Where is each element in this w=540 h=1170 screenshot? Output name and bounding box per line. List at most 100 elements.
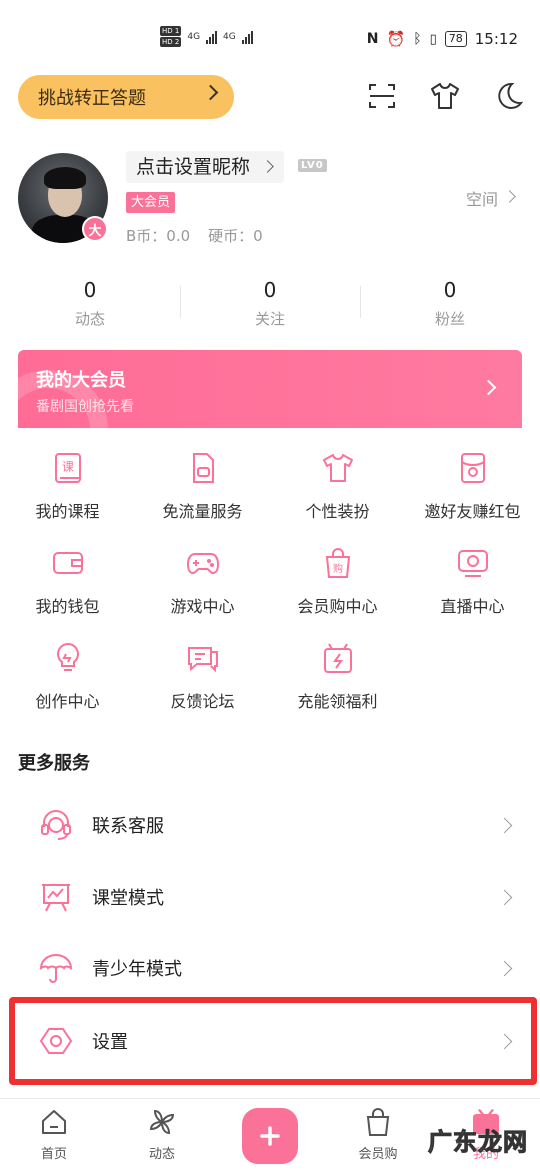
grid-item-dressup[interactable]: 个性装扮 [270,450,405,545]
service-grid: 课 我的课程 免流量服务 个性装扮 邀好友赚红包 我的钱包 游戏中心 购 会员购… [0,450,540,735]
challenge-quiz-button[interactable]: 挑战转正答题 [18,75,234,119]
shopping-bag-icon: 购 [325,548,350,578]
vip-membership-banner[interactable]: 我的大会员 番剧国创抢先看 [18,350,522,428]
vip-banner-title: 我的大会员 [36,370,126,391]
course-icon: 课 [54,453,81,483]
sim1-label: HD 1 [160,26,182,36]
b-coin-value: B币：0.0 [126,227,191,245]
live-tv-icon [457,550,488,577]
grid-item-wallet[interactable]: 我的钱包 [0,545,135,640]
classroom-icon [42,884,70,912]
nfc-icon: N [366,31,379,47]
grid-item-charge-rewards[interactable]: 充能领福利 [270,640,405,735]
stat-following[interactable]: 0 关注 [180,276,360,336]
sim-card-icon [192,453,214,483]
stats-row: 0 动态 0 关注 0 粉丝 [0,276,540,336]
stat-value: 0 [443,278,457,302]
grid-item-game-center[interactable]: 游戏中心 [135,545,270,640]
stat-label: 关注 [254,310,285,328]
list-item-label: 课堂模式 [92,888,164,909]
grid-item-label: 我的钱包 [35,597,100,616]
list-item-label: 青少年模式 [92,959,182,980]
tshirt-icon [322,454,353,482]
home-icon [42,1110,66,1134]
tab-home[interactable]: 首页 [14,1107,94,1162]
chevron-right-icon [503,190,516,203]
chevron-right-icon [496,960,513,976]
chat-bubbles-icon [187,647,218,673]
grid-item-course[interactable]: 课 我的课程 [0,450,135,545]
status-icons: N ⏰ ᛒ ▯ 78 15:12 [367,30,518,48]
grid-item-label: 反馈论坛 [170,692,235,711]
list-item-label: 联系客服 [92,816,164,837]
lightbulb-icon [56,642,79,671]
tab-label: 首页 [40,1147,67,1162]
bluetooth-icon: ᛒ [413,31,422,47]
alarm-icon: ⏰ [386,30,406,48]
stat-fans[interactable]: 0 粉丝 [360,276,540,336]
chevron-right-icon [496,817,513,833]
chevron-right-icon [202,84,219,101]
vibrate-icon: ▯ [429,31,437,47]
list-item-customer-service[interactable]: 联系客服 [0,789,540,861]
grid-item-label: 创作中心 [35,692,100,711]
scan-icon[interactable] [366,80,398,112]
grid-item-label: 个性装扮 [305,502,370,521]
more-services-title: 更多服务 [18,753,90,774]
tab-label: 会员购 [358,1147,398,1162]
settings-highlight-box [9,997,537,1085]
grid-item-feedback[interactable]: 反馈论坛 [135,640,270,735]
wallet-icon [52,552,83,574]
stat-label: 粉丝 [434,310,465,328]
list-item-teen-mode[interactable]: 青少年模式 [0,932,540,1004]
chevron-right-icon [480,379,497,396]
vip-avatar-badge: 大 [82,216,108,242]
signal-group: HD 1 HD 2 4G 4G [160,26,253,47]
watermark: 广东龙网 [428,1128,528,1157]
list-item-classroom-mode[interactable]: 课堂模式 [0,861,540,933]
tshirt-icon[interactable] [429,80,461,112]
grid-item-label: 直播中心 [440,597,505,616]
publish-plus-button[interactable] [242,1108,298,1164]
vip-banner-subtitle: 番剧国创抢先看 [36,399,134,415]
umbrella-icon [39,954,73,983]
vip-tag: 大会员 [126,192,176,213]
night-mode-moon-icon[interactable] [492,80,524,112]
status-bar: HD 1 HD 2 4G 4G N ⏰ ᛒ ▯ 78 15:12 [0,0,540,64]
grid-item-label: 邀好友赚红包 [424,502,521,521]
hard-coin-value: 硬币：0 [208,227,263,245]
grid-item-label: 充能领福利 [297,692,378,711]
level-badge: LV0 [298,159,327,172]
grid-item-creator-center[interactable]: 创作中心 [0,640,135,735]
grid-item-label: 我的课程 [35,502,100,521]
tab-vip-shop[interactable]: 会员购 [338,1107,418,1162]
set-nickname-button[interactable]: 点击设置昵称 [126,151,285,183]
signal-bars-icon [241,30,253,44]
grid-item-live-center[interactable]: 直播中心 [405,545,540,640]
stat-value: 0 [83,278,97,302]
chevron-right-icon [496,889,513,905]
nickname-label: 点击设置昵称 [136,156,251,178]
grid-item-label: 游戏中心 [170,597,235,616]
tab-dynamics[interactable]: 动态 [122,1107,202,1162]
signal-bars-icon [206,30,218,44]
space-link[interactable]: 空间 [466,186,516,210]
svg-text:课: 课 [61,460,73,474]
space-label: 空间 [465,190,498,209]
stat-dynamics[interactable]: 0 动态 [0,276,180,336]
grid-item-vip-shop[interactable]: 购 会员购中心 [270,545,405,640]
grid-item-invite[interactable]: 邀好友赚红包 [405,450,540,545]
tab-label: 动态 [148,1147,175,1162]
red-packet-icon [460,453,485,483]
plus-icon [260,1126,280,1146]
network-type-1: 4G [187,31,201,42]
grid-item-label: 免流量服务 [162,502,243,521]
stat-label: 动态 [74,310,105,328]
network-type-2: 4G [223,31,236,42]
sim2-label: HD 2 [160,37,182,47]
grid-item-free-data[interactable]: 免流量服务 [135,450,270,545]
chevron-right-icon [261,160,274,173]
shopping-bag-icon [366,1108,390,1136]
headset-icon [41,810,71,840]
status-time: 15:12 [474,30,518,48]
